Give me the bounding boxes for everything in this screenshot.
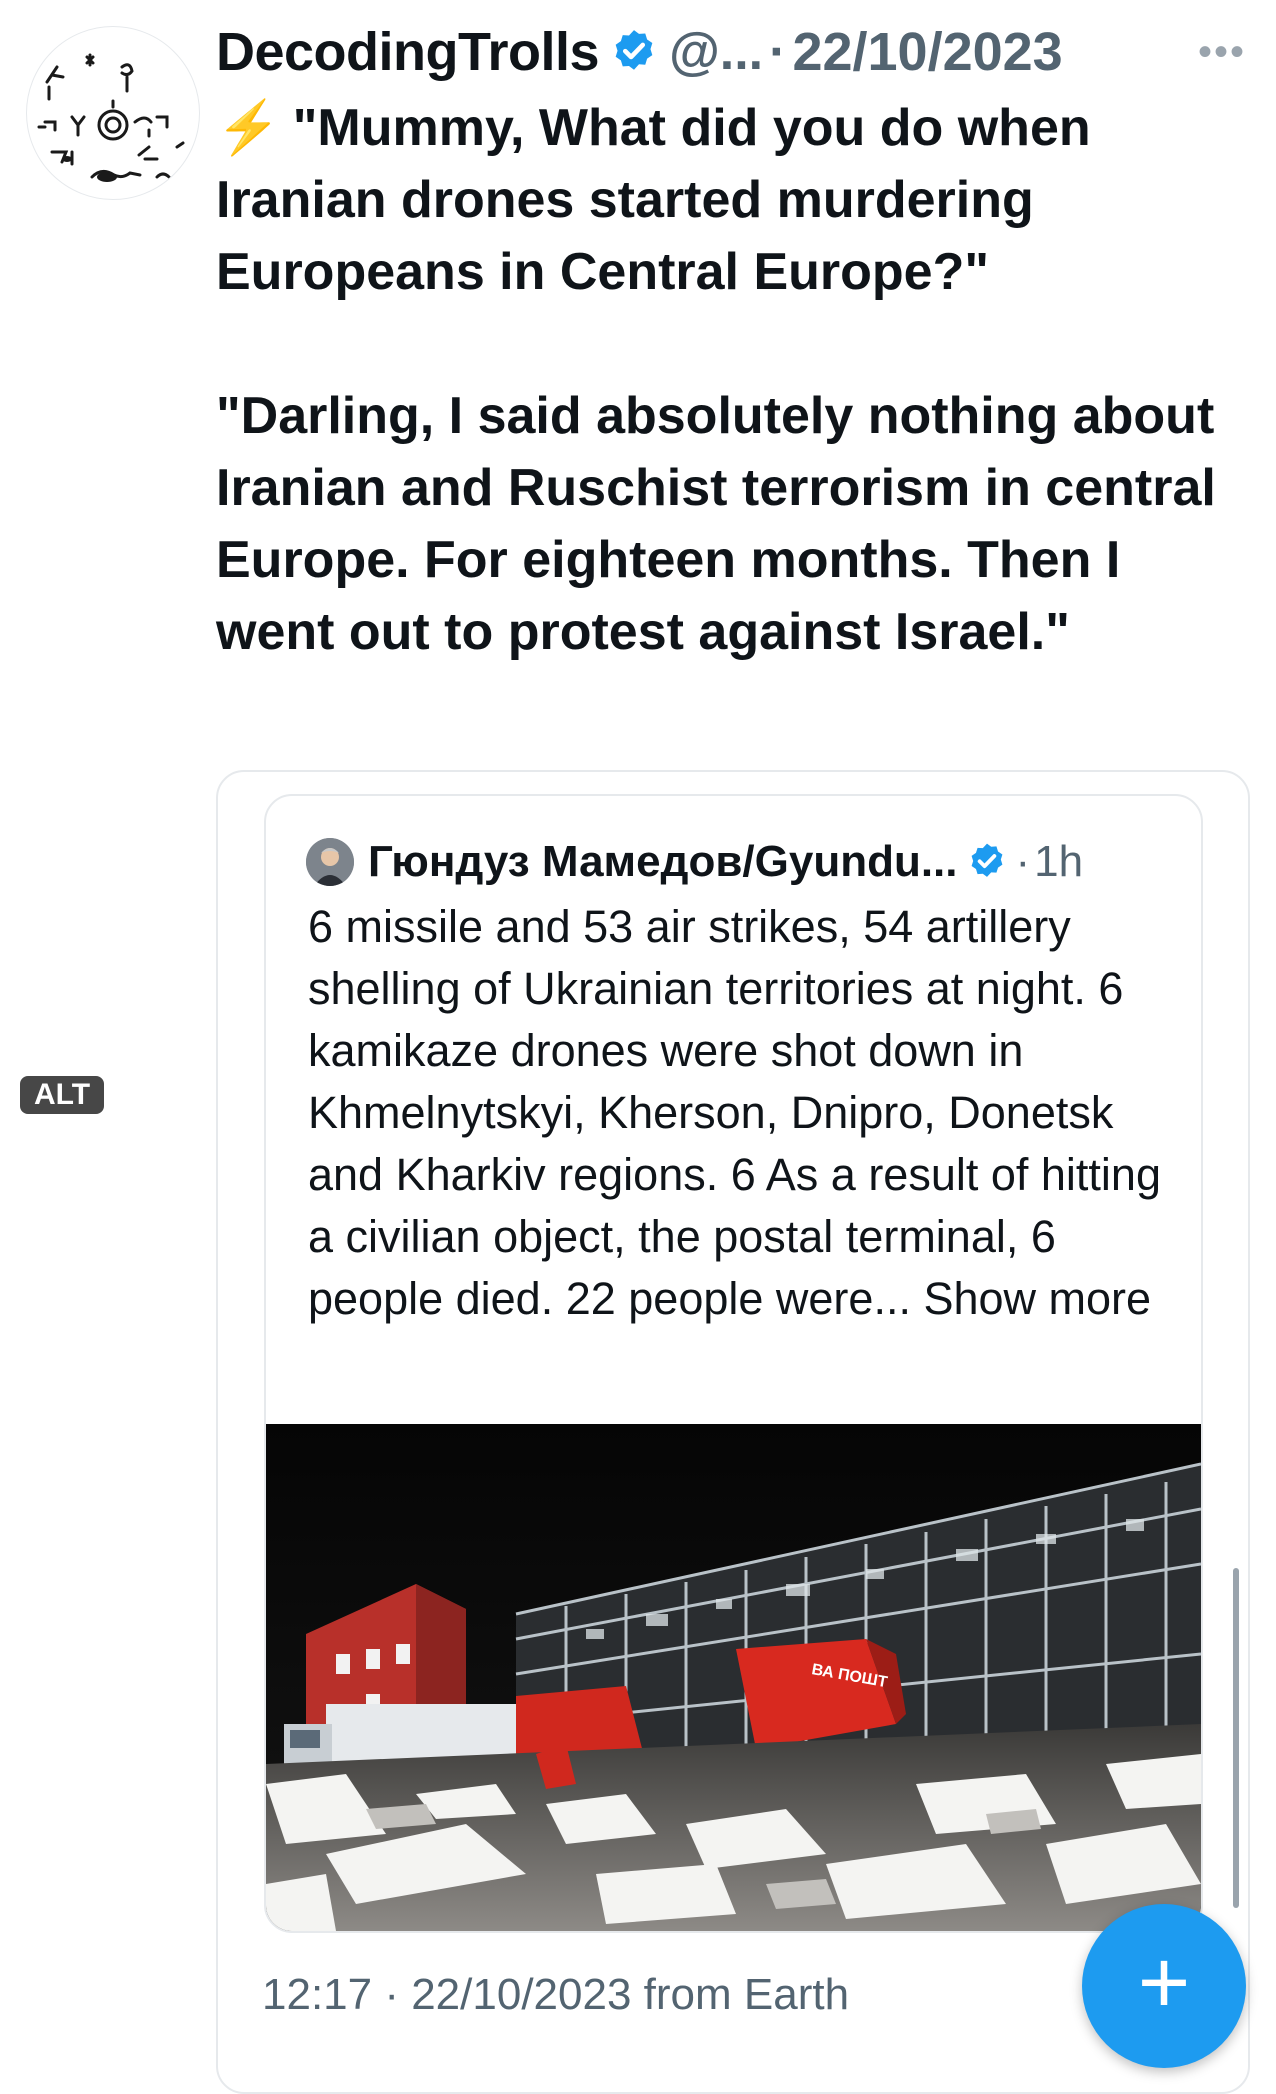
tweet-paragraph-2: "Darling, I said absolutely nothing abou… [216, 387, 1216, 661]
person-photo-icon [306, 838, 354, 886]
plus-icon: + [1137, 1933, 1191, 2033]
quoted-time: 1h [1034, 837, 1084, 886]
quoted-tweet-header: Гюндуз Мамедов/Gyundu... · 1h [306, 832, 1083, 892]
verified-badge-icon [615, 30, 653, 70]
quoted-author-avatar[interactable] [306, 838, 354, 886]
quoted-tweet-text: 6 missile and 53 air strikes, 54 artille… [308, 896, 1188, 1330]
tweet-date[interactable]: 22/10/2023 [792, 21, 1062, 83]
author-avatar[interactable] [26, 26, 200, 200]
separator-dot: · [769, 23, 787, 81]
scrollbar[interactable] [1233, 1568, 1239, 1908]
author-name[interactable]: DecodingTrolls [216, 21, 600, 83]
more-horizontal-icon[interactable]: ••• [1198, 30, 1246, 75]
quoted-text-body: 6 missile and 53 air strikes, 54 artille… [308, 901, 1161, 1324]
tweet-header: DecodingTrolls @... · 22/10/2023 [216, 14, 1063, 90]
author-handle[interactable]: @... [669, 22, 763, 82]
alt-text-badge[interactable]: ALT [20, 1076, 105, 1114]
show-more-link[interactable]: Show more [923, 1273, 1151, 1324]
tweet-timestamp[interactable]: 12:17 · 22/10/2023 from Earth [262, 1970, 849, 2020]
verified-badge-icon [971, 843, 1002, 877]
quoted-separator: · [1015, 837, 1031, 886]
destroyed-terminal-photo[interactable]: ВА ПОШТ [266, 1424, 1201, 1931]
compose-button[interactable]: + [1082, 1904, 1246, 2068]
tweet-paragraph-1-text: "Mummy, What did you do when Iranian dro… [216, 99, 1091, 301]
quoted-author-name[interactable]: Гюндуз Мамедов/Gyundu... [368, 837, 958, 887]
quoted-tweet[interactable]: Гюндуз Мамедов/Gyundu... · 1h 6 missile … [264, 794, 1203, 1933]
tweet-text: ⚡ "Mummy, What did you do when Iranian dr… [216, 92, 1246, 668]
tweet-paragraph-1: ⚡ "Mummy, What did you do when Iranian dr… [216, 92, 1246, 308]
lightning-icon: ⚡ [216, 99, 281, 157]
glyph-logo-icon [37, 53, 185, 182]
